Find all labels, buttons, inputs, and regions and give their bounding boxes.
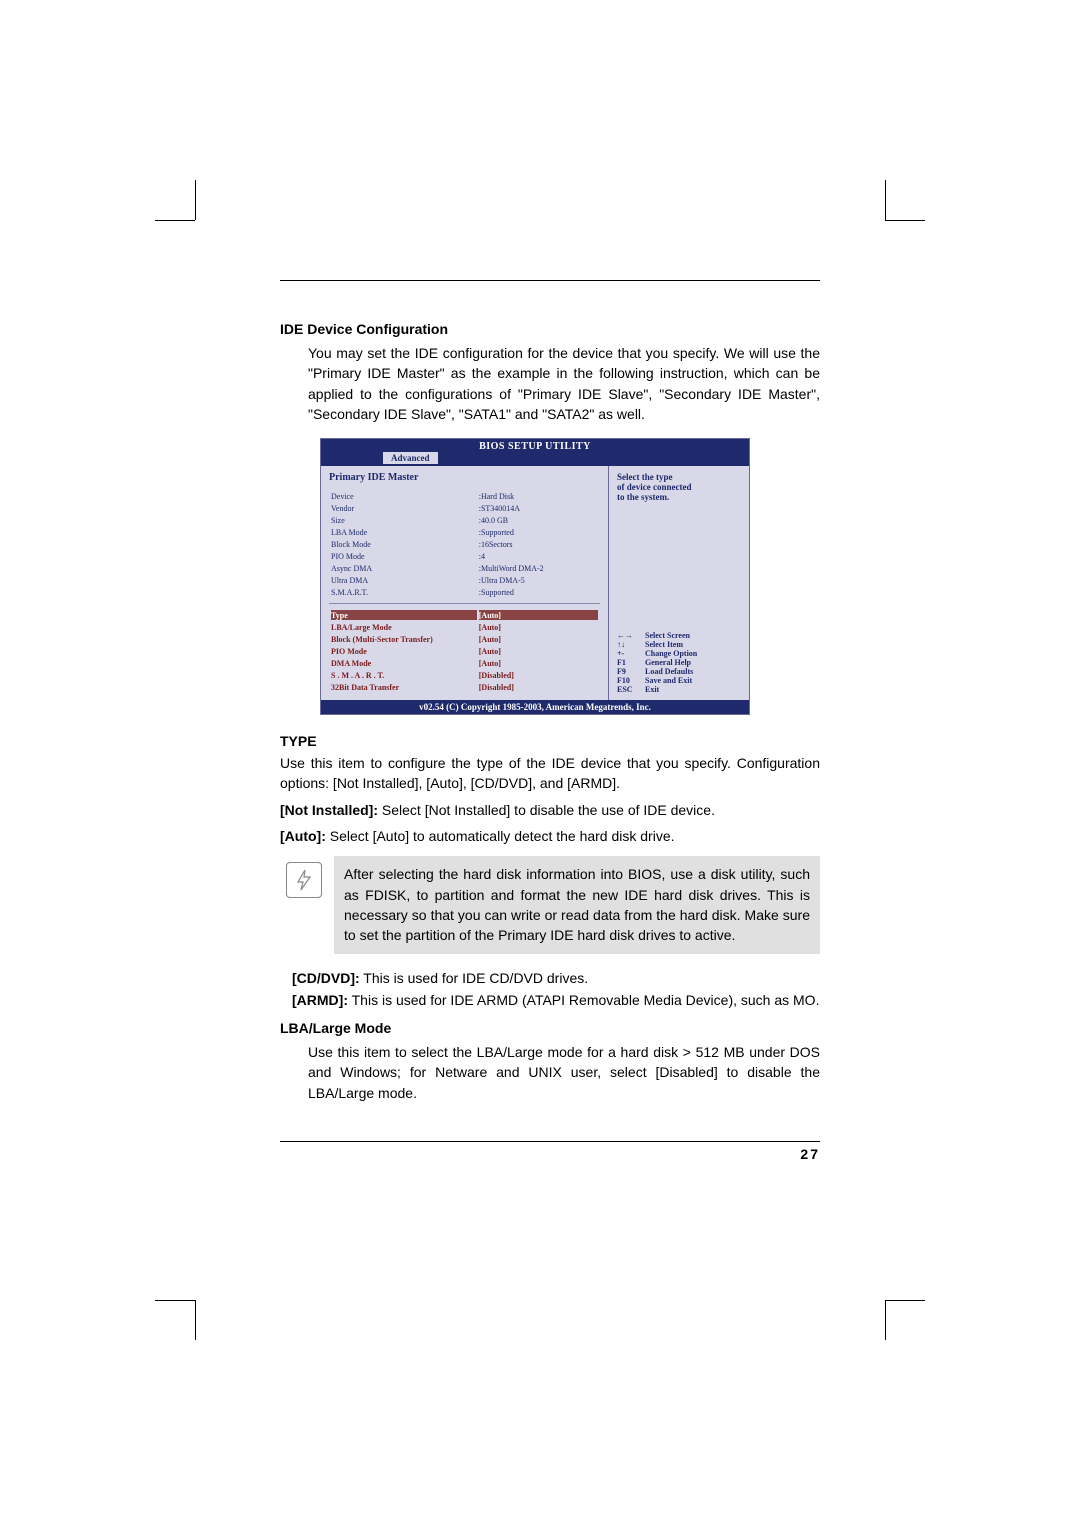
not-installed-line: [Not Installed]: Select [Not Installed] … bbox=[280, 800, 820, 820]
bios-menu-row: DMA Mode[Auto] bbox=[331, 658, 598, 668]
bios-divider bbox=[329, 603, 600, 604]
bios-help-text: Select the typeof device connectedto the… bbox=[617, 472, 741, 502]
bios-menu-row: 32Bit Data Transfer[Disabled] bbox=[331, 682, 598, 692]
bios-info-table: Device:Hard Disk Vendor:ST340014A Size:40.… bbox=[329, 489, 600, 599]
bios-tab-row: Advanced bbox=[321, 452, 749, 466]
bios-info-row: Ultra DMA:Ultra DMA-5 bbox=[331, 575, 598, 585]
bios-info-row: Async DMA:MultiWord DMA-2 bbox=[331, 563, 598, 573]
bios-menu-table: Type[Auto] LBA/Large Mode[Auto] Block (Mul… bbox=[329, 608, 600, 694]
bios-tab-advanced: Advanced bbox=[383, 452, 438, 464]
crop-mark bbox=[155, 220, 195, 221]
section-title: IDE Device Configuration bbox=[280, 321, 820, 337]
bios-body: Primary IDE Master Device:Hard Disk Vendo… bbox=[321, 466, 749, 700]
bios-menu-row: PIO Mode[Auto] bbox=[331, 646, 598, 656]
bios-info-row: Vendor:ST340014A bbox=[331, 503, 598, 513]
intro-paragraph: You may set the IDE configuration for th… bbox=[308, 343, 820, 424]
bios-menu-row: Type[Auto] bbox=[331, 610, 598, 620]
armd-label: [ARMD]: bbox=[292, 992, 348, 1008]
crop-mark bbox=[195, 180, 196, 220]
armd-line: [ARMD]: This is used for IDE ARMD (ATAPI… bbox=[292, 990, 820, 1010]
auto-line: [Auto]: Select [Auto] to automatically d… bbox=[280, 826, 820, 846]
bios-info-row: PIO Mode:4 bbox=[331, 551, 598, 561]
cddvd-text: This is used for IDE CD/DVD drives. bbox=[360, 970, 588, 986]
bios-left-pane: Primary IDE Master Device:Hard Disk Vendo… bbox=[321, 466, 609, 700]
bios-title: BIOS SETUP UTILITY bbox=[321, 439, 749, 452]
bios-key-legend: ←→Select Screen↑↓Select Item+-Change Opt… bbox=[617, 631, 697, 694]
bios-info-row: Device:Hard Disk bbox=[331, 491, 598, 501]
bios-right-pane: Select the typeof device connectedto the… bbox=[609, 466, 749, 700]
cddvd-line: [CD/DVD]: This is used for IDE CD/DVD dr… bbox=[292, 968, 820, 988]
bios-heading: Primary IDE Master bbox=[329, 472, 600, 483]
rule-top bbox=[280, 280, 820, 281]
crop-mark bbox=[885, 1300, 886, 1340]
crop-mark bbox=[885, 180, 886, 220]
bios-menu-row: LBA/Large Mode[Auto] bbox=[331, 622, 598, 632]
crop-mark bbox=[195, 1300, 196, 1340]
type-paragraph: Use this item to configure the type of t… bbox=[280, 753, 820, 794]
not-installed-label: [Not Installed]: bbox=[280, 802, 378, 818]
lba-paragraph: Use this item to select the LBA/Large mo… bbox=[308, 1042, 820, 1103]
cddvd-label: [CD/DVD]: bbox=[292, 970, 360, 986]
auto-text: Select [Auto] to automatically detect th… bbox=[326, 828, 675, 844]
bios-menu-row: Block (Multi-Sector Transfer)[Auto] bbox=[331, 634, 598, 644]
page-content: IDE Device Configuration You may set the… bbox=[280, 280, 820, 1162]
note-row: After selecting the hard disk informatio… bbox=[280, 856, 820, 953]
rule-bottom bbox=[280, 1141, 820, 1142]
page-number: 27 bbox=[280, 1146, 820, 1162]
crop-mark bbox=[155, 1300, 195, 1301]
type-heading: TYPE bbox=[280, 733, 820, 749]
bios-screenshot: BIOS SETUP UTILITY Advanced Primary IDE … bbox=[320, 438, 750, 715]
armd-text: This is used for IDE ARMD (ATAPI Removab… bbox=[348, 992, 819, 1008]
bios-info-row: Size:40.0 GB bbox=[331, 515, 598, 525]
crop-mark bbox=[885, 1300, 925, 1301]
not-installed-text: Select [Not Installed] to disable the us… bbox=[378, 802, 715, 818]
note-box: After selecting the hard disk informatio… bbox=[334, 856, 820, 953]
lightning-icon bbox=[286, 862, 322, 898]
auto-label: [Auto]: bbox=[280, 828, 326, 844]
bios-info-row: Block Mode:16Sectors bbox=[331, 539, 598, 549]
bios-info-row: LBA Mode:Supported bbox=[331, 527, 598, 537]
crop-mark bbox=[885, 220, 925, 221]
lba-heading: LBA/Large Mode bbox=[280, 1020, 820, 1036]
bios-footer: v02.54 (C) Copyright 1985-2003, American… bbox=[321, 700, 749, 714]
bios-menu-row: S . M . A . R . T.[Disabled] bbox=[331, 670, 598, 680]
bios-info-row: S.M.A.R.T.:Supported bbox=[331, 587, 598, 597]
